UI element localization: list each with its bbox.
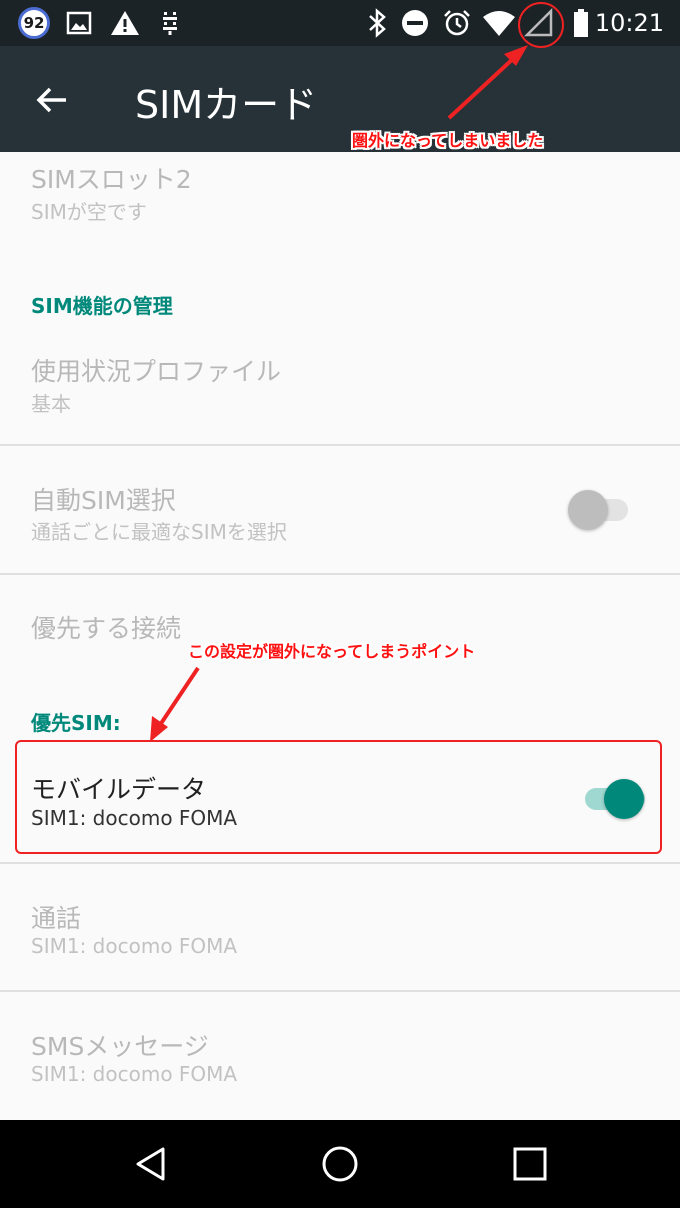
annotation-highlight-box bbox=[15, 740, 662, 854]
navigation-bar bbox=[0, 1120, 680, 1208]
annotation-overlay bbox=[150, 2, 564, 742]
home-circle-icon bbox=[322, 1146, 358, 1182]
nav-recents-button[interactable] bbox=[510, 1144, 550, 1184]
annotation-setting-note: この設定が圏外になってしまうポイント bbox=[188, 642, 476, 661]
nav-home-button[interactable] bbox=[320, 1144, 360, 1184]
annotation-arrow-line bbox=[158, 666, 200, 727]
recents-square-icon bbox=[513, 1147, 547, 1181]
nav-back-button[interactable] bbox=[132, 1144, 172, 1184]
annotation-circle bbox=[518, 2, 564, 48]
annotation-no-signal-note: 圏外になってしまいました bbox=[352, 131, 544, 150]
back-triangle-icon bbox=[136, 1147, 165, 1181]
annotation-arrow-line bbox=[447, 54, 518, 120]
